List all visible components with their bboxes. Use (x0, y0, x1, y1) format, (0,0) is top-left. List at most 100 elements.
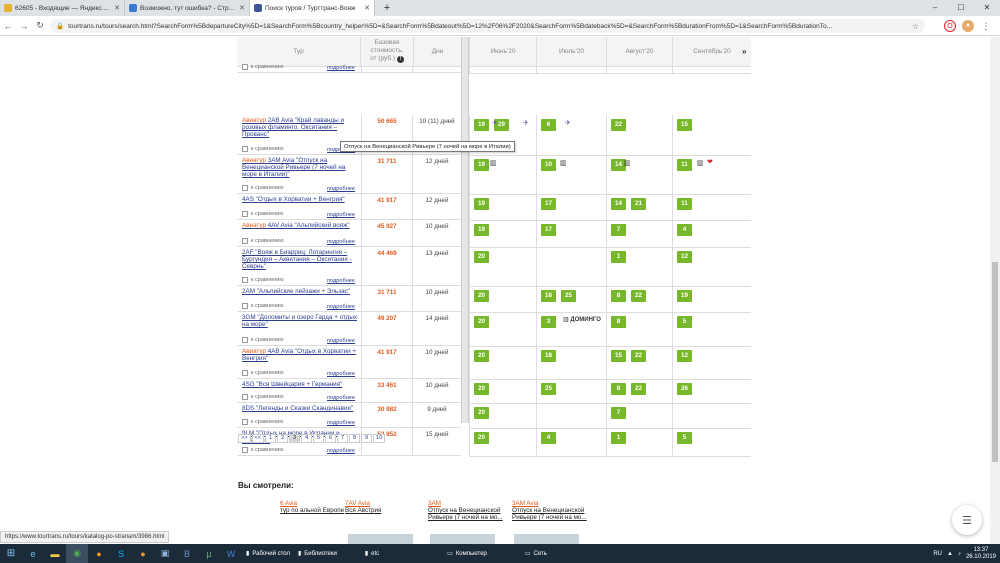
checkbox-icon[interactable] (242, 370, 248, 376)
recently-viewed-item[interactable]: 7AV Avia Вся Австрия (345, 500, 425, 514)
departure-date-button[interactable]: 26 (677, 383, 692, 395)
departure-date-button[interactable]: 22 (611, 119, 626, 131)
pager-link[interactable]: 9 (361, 434, 373, 443)
ie-icon[interactable]: e (22, 544, 44, 563)
checkbox-icon[interactable] (242, 394, 248, 400)
pager-link[interactable]: 7 (337, 434, 349, 443)
checkbox-icon[interactable] (242, 185, 248, 191)
departure-date-button[interactable]: 20 (474, 350, 489, 362)
tour-name[interactable]: 4AV Avia "Альпийский вояж" (268, 222, 350, 229)
tour-name[interactable]: 3GM "Доломиты и озеро Гарда + отдых на м… (242, 314, 357, 328)
departure-date-button[interactable]: 3 (541, 316, 556, 328)
departure-date-button[interactable]: 17 (541, 198, 556, 210)
recently-viewed-thumbnail[interactable] (348, 534, 413, 544)
departure-date-button[interactable]: 20 (474, 432, 489, 444)
bookmark-star-icon[interactable]: ☆ (912, 22, 919, 31)
pager-link[interactable]: << (251, 434, 265, 443)
departure-date-button[interactable]: 8 (611, 316, 626, 328)
pager-link[interactable]: 6 (325, 434, 337, 443)
checkbox-icon[interactable] (242, 303, 248, 309)
browser-tab-question[interactable]: Возможно, тут ошибка? - Страна ✕ (125, 0, 250, 16)
tour-link[interactable]: Авиатур 2AB Avia "Край лаванды и розовых… (242, 117, 357, 138)
compare-checkbox[interactable]: к сравнению (242, 238, 284, 244)
pager-link[interactable]: 1 (265, 434, 277, 443)
language-indicator[interactable]: RU (933, 551, 942, 557)
departure-date-button[interactable]: 1 (611, 251, 626, 263)
departure-date-button[interactable]: 14 (611, 198, 626, 210)
departure-date-button[interactable]: 5 (677, 432, 692, 444)
departure-date-button[interactable]: 22 (631, 350, 646, 362)
profile-avatar-icon[interactable]: ● (962, 20, 974, 32)
back-arrow-icon[interactable]: ← (0, 21, 16, 31)
tour-name[interactable]: 2AF "Вояж в Биарриц: Лотарингия – Бургун… (242, 249, 352, 270)
details-link[interactable]: подробнее (327, 304, 355, 310)
tour-link[interactable]: 2AM "Альпийские пейзажи + Эльзас" (242, 288, 357, 295)
tour-name[interactable]: 8DS "Легенды и Сказки Скандинавии" (242, 405, 353, 412)
pager-link[interactable]: 5 (313, 434, 325, 443)
volume-icon[interactable]: ♪ (958, 551, 961, 557)
tour-link[interactable]: Авиатур 4AB Avia "Отдых в Хорватии + Вен… (242, 348, 357, 362)
departure-date-button[interactable]: 8 (611, 290, 626, 302)
url-field[interactable]: 🔒 tourtrans.ru/tours/search.html?SearchF… (50, 19, 925, 33)
tour-link[interactable]: 4AS "Отдых в Хорватии + Венгрия" (242, 196, 357, 203)
chrome-icon[interactable]: ◉ (66, 544, 88, 563)
taskbar-window[interactable]: ▮ Библиотеки (294, 544, 341, 563)
close-icon[interactable]: ✕ (114, 4, 120, 12)
compare-checkbox[interactable]: к сравнению (242, 277, 284, 283)
browser-tab-search[interactable]: Поиск туров / Турттранс-Вояж ✕ (250, 0, 375, 16)
departure-date-button[interactable]: 18 (541, 290, 556, 302)
tour-operator[interactable]: Авиатур (242, 222, 266, 229)
departure-date-button[interactable]: 20 (474, 383, 489, 395)
next-months-arrow[interactable]: » (742, 47, 746, 56)
tour-operator[interactable]: Авиатур (242, 157, 266, 164)
departure-date-button[interactable]: 19 (474, 224, 489, 236)
new-tab-button[interactable]: + (379, 0, 395, 16)
tray-arrow-icon[interactable]: ▲ (947, 551, 953, 557)
odnoklassniki-icon[interactable]: ● (88, 544, 110, 563)
departure-date-button[interactable]: 10 (541, 159, 556, 171)
minimize-button[interactable]: – (922, 0, 948, 16)
departure-date-button[interactable]: 1 (611, 432, 626, 444)
details-link[interactable]: подробнее (327, 186, 355, 192)
tour-link[interactable]: 8DS "Легенды и Сказки Скандинавии" (242, 405, 357, 412)
tour-name[interactable]: 4SG "Вся Швейцария + Германия" (242, 381, 342, 388)
details-link[interactable]: подробнее (327, 239, 355, 245)
compare-checkbox[interactable]: к сравнению (242, 447, 284, 453)
checkbox-icon[interactable] (242, 447, 248, 453)
clock[interactable]: 13:37 26.10.2019 (966, 547, 996, 561)
details-link[interactable]: подробнее (327, 65, 355, 71)
close-window-button[interactable]: ✕ (974, 0, 1000, 16)
opera-extension-icon[interactable]: O (944, 20, 956, 32)
tour-name[interactable]: 2AM "Альпийские пейзажи + Эльзас" (242, 288, 350, 295)
compare-checkbox[interactable]: к сравнению (242, 185, 284, 191)
pager-link[interactable]: 10 (373, 434, 386, 443)
pager-link[interactable]: >> (238, 434, 251, 443)
departure-date-button[interactable]: 22 (631, 383, 646, 395)
departure-date-button[interactable]: 12 (677, 251, 692, 263)
departure-date-button[interactable]: 5 (677, 316, 692, 328)
departure-date-button[interactable]: 6 (541, 119, 556, 131)
recently-viewed-name[interactable]: Отпуск на Венецианской Ривьере (7 ночей … (428, 507, 508, 521)
windows-start-icon[interactable]: ⊞ (0, 544, 22, 563)
recently-viewed-name[interactable]: Вся Австрия (345, 507, 425, 514)
recently-viewed-item[interactable]: 3AM Отпуск на Венецианской Ривьере (7 но… (428, 500, 508, 521)
tour-link[interactable]: 3GM "Доломиты и озеро Гарда + отдых на м… (242, 314, 357, 328)
departure-date-button[interactable]: 12 (677, 350, 692, 362)
departure-date-button[interactable]: 19 (474, 198, 489, 210)
tour-operator[interactable]: Авиатур (242, 117, 266, 124)
departure-date-button[interactable]: 19 (474, 119, 489, 131)
word-icon[interactable]: W (220, 544, 242, 563)
departure-date-button[interactable]: 20 (474, 407, 489, 419)
photos-icon[interactable]: ▣ (154, 544, 176, 563)
departure-date-button[interactable]: 7 (611, 224, 626, 236)
checkbox-icon[interactable] (242, 238, 248, 244)
close-icon[interactable]: ✕ (239, 4, 245, 12)
recently-viewed-thumbnail[interactable] (430, 534, 495, 544)
close-icon[interactable]: ✕ (364, 4, 370, 12)
forward-arrow-icon[interactable]: → (16, 21, 32, 31)
departure-date-button[interactable]: 8 (611, 383, 626, 395)
departure-date-button[interactable]: 11 (677, 198, 692, 210)
compare-checkbox[interactable]: к сравнению (242, 394, 284, 400)
compare-checkbox[interactable]: к сравнению (242, 337, 284, 343)
checkbox-icon[interactable] (242, 337, 248, 343)
